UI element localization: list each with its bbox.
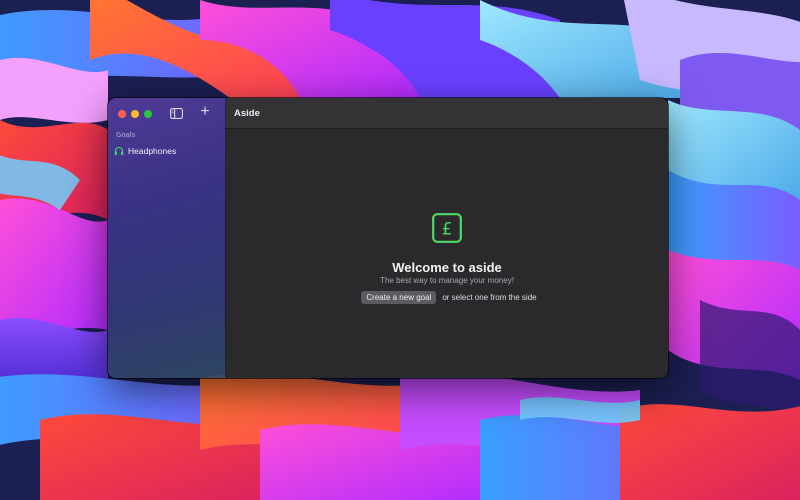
welcome-title: Welcome to aside <box>392 260 502 275</box>
window-title: Aside <box>234 107 260 119</box>
pound-sign-icon: £ <box>432 213 462 243</box>
add-goal-button[interactable]: + <box>198 103 212 120</box>
window-controls <box>118 110 152 118</box>
main-panel: Aside £ Welcome to aside The best way to… <box>226 98 668 378</box>
headphones-icon <box>114 146 124 155</box>
minimize-window-button[interactable] <box>131 110 139 118</box>
zoom-window-button[interactable] <box>144 110 152 118</box>
goals-section-heading: Goals <box>116 132 136 139</box>
select-goal-hint: or select one from the side <box>442 293 537 302</box>
empty-state-actions: Create a new goal or select one from the… <box>226 291 668 304</box>
empty-state: £ Welcome to aside The best way to manag… <box>226 129 668 378</box>
sidebar-item-label: Headphones <box>128 146 177 156</box>
app-window: + Goals Headphones Aside £ Welcome to as… <box>108 98 668 378</box>
close-window-button[interactable] <box>118 110 126 118</box>
plus-icon: + <box>200 103 210 120</box>
sidebar-toggle-icon[interactable] <box>170 108 183 119</box>
toolbar: Aside <box>226 98 668 129</box>
sidebar: + Goals Headphones <box>108 98 226 378</box>
welcome-subtitle: The best way to manage your money! <box>380 276 514 285</box>
desktop: + Goals Headphones Aside £ Welcome to as… <box>0 0 800 500</box>
svg-text:£: £ <box>442 220 453 240</box>
sidebar-item-headphones[interactable]: Headphones <box>114 144 218 158</box>
create-goal-button[interactable]: Create a new goal <box>361 291 437 304</box>
